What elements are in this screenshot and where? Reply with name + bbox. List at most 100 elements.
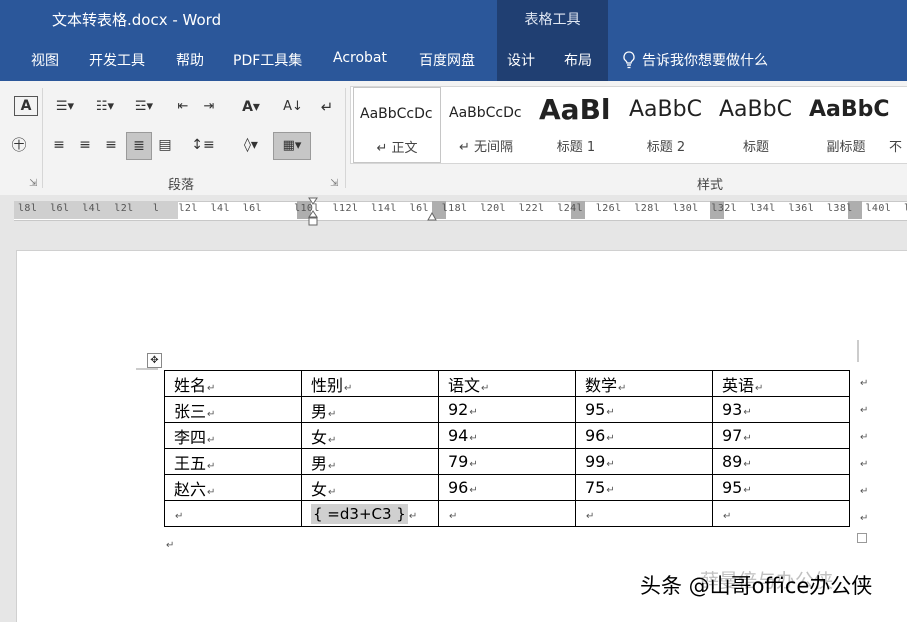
table-cell[interactable]: 张三↵ xyxy=(164,396,302,423)
row-end-mark: ↵ xyxy=(860,513,869,524)
table-cell[interactable]: 女↵ xyxy=(301,474,439,501)
row-end-mark: ↵ xyxy=(860,486,869,497)
table-cell[interactable]: 93↵ xyxy=(712,396,850,423)
chinese-layout-icon[interactable]: A▾ xyxy=(236,96,266,118)
cell-text: 赵六 xyxy=(174,479,207,499)
table-cell[interactable]: 95↵ xyxy=(712,474,850,501)
decrease-indent-icon[interactable]: ⇤ xyxy=(172,96,194,118)
character-border-icon[interactable]: A xyxy=(14,96,38,116)
tab-design[interactable]: 设计 xyxy=(507,50,535,70)
line-spacing-icon[interactable]: ↕≡ xyxy=(188,134,218,156)
table-row: 张三↵ 男↵ 92↵ 95↵ 93↵ xyxy=(164,396,850,423)
cell-end-mark: ↵ xyxy=(481,382,490,394)
asian-layout-icon[interactable]: ㊉ xyxy=(8,134,30,156)
cell-text: 李四 xyxy=(174,427,207,447)
cell-end-mark: ↵ xyxy=(328,434,337,446)
table-cell[interactable]: 99↵ xyxy=(575,448,713,475)
increase-indent-icon[interactable]: ⇥ xyxy=(198,96,220,118)
styles-group-label: 样式 xyxy=(697,178,724,193)
borders-icon[interactable]: ▦▾ xyxy=(273,132,311,160)
cell-end-mark: ↵ xyxy=(408,511,418,522)
table-cell[interactable]: 95↵ xyxy=(575,396,713,423)
style-heading-2[interactable]: AaBbC 标题 2 xyxy=(623,87,709,161)
table-cell[interactable]: 姓名↵ xyxy=(164,370,302,397)
table-resize-handle[interactable] xyxy=(857,533,867,543)
align-center-icon[interactable]: ≡ xyxy=(74,134,96,156)
table-cell[interactable]: 数学↵ xyxy=(575,370,713,397)
table-cell[interactable]: 75↵ xyxy=(575,474,713,501)
table-cell[interactable]: 赵六↵ xyxy=(164,474,302,501)
style-name: 标题 2 xyxy=(646,140,686,155)
style-title[interactable]: AaBbC 标题 xyxy=(713,87,799,161)
ruler-labels: l8l l6l l4l l2l l l2l l4l l6l l10l l12l … xyxy=(18,203,907,214)
tab-pdf-tools[interactable]: PDF工具集 xyxy=(233,50,302,70)
tab-view[interactable]: 视图 xyxy=(31,50,59,70)
tell-me-box[interactable]: 告诉我你想要做什么 xyxy=(622,50,768,70)
indent-marker-icon[interactable] xyxy=(308,197,318,227)
table-cell[interactable]: 79↵ xyxy=(438,448,576,475)
table-cell[interactable]: ↵ xyxy=(712,500,850,527)
cell-end-mark: ↵ xyxy=(344,382,353,394)
table-cell[interactable]: ↵ xyxy=(438,500,576,527)
shading-icon[interactable]: ◊▾ xyxy=(234,134,268,156)
table-cell[interactable]: 性别↵ xyxy=(301,370,439,397)
paragraph-dialog-launcher-icon[interactable]: ⇲ xyxy=(330,178,338,189)
multilevel-list-icon[interactable]: ☲▾ xyxy=(127,96,161,118)
tell-me-text: 告诉我你想要做什么 xyxy=(642,53,768,69)
style-more[interactable]: 不 xyxy=(889,87,907,161)
table-cell[interactable]: 96↵ xyxy=(575,422,713,449)
justify-icon[interactable]: ≣ xyxy=(126,132,152,160)
table-cell[interactable]: 96↵ xyxy=(438,474,576,501)
align-right-icon[interactable]: ≡ xyxy=(100,134,122,156)
table-move-handle-icon[interactable]: ✥ xyxy=(147,353,162,368)
tab-baidu-netdisk[interactable]: 百度网盘 xyxy=(419,50,475,70)
tab-help[interactable]: 帮助 xyxy=(176,50,204,70)
numbering-icon[interactable]: ☷▾ xyxy=(88,96,122,118)
align-left-icon[interactable]: ≡ xyxy=(48,134,70,156)
paragraph-group-label: 段落 xyxy=(168,178,195,193)
table-cell[interactable]: 男↵ xyxy=(301,448,439,475)
style-no-spacing[interactable]: AaBbCcDc ↵ 无间隔 xyxy=(443,87,529,161)
style-sample: AaBbCcDc xyxy=(449,105,522,121)
tab-layout[interactable]: 布局 xyxy=(564,50,592,70)
cell-end-mark: ↵ xyxy=(469,459,478,470)
cell-end-mark: ↵ xyxy=(207,434,216,446)
cell-end-mark: ↵ xyxy=(469,407,478,418)
style-subtitle[interactable]: AaBbC 副标题 xyxy=(803,87,889,161)
right-indent-marker-icon[interactable] xyxy=(427,212,437,222)
table-cell[interactable]: 89↵ xyxy=(712,448,850,475)
table-cell[interactable]: ↵ xyxy=(164,500,302,527)
cell-end-mark: ↵ xyxy=(449,511,458,522)
table-cell[interactable]: 94↵ xyxy=(438,422,576,449)
table-cell[interactable]: ↵ xyxy=(575,500,713,527)
show-marks-icon[interactable]: ↵ xyxy=(316,96,338,118)
table-cell[interactable]: 李四↵ xyxy=(164,422,302,449)
table-tools-title: 表格工具 xyxy=(524,12,581,28)
bullets-icon[interactable]: ☰▾ xyxy=(48,96,82,118)
font-dialog-launcher-icon[interactable]: ⇲ xyxy=(29,178,37,189)
cell-end-mark: ↵ xyxy=(606,459,615,470)
table-cell[interactable]: 王五↵ xyxy=(164,448,302,475)
sort-icon[interactable]: A↓ xyxy=(282,96,304,118)
distributed-icon[interactable]: ▤ xyxy=(154,134,176,156)
cell-text: 姓名 xyxy=(174,375,207,395)
cell-text: 英语 xyxy=(722,375,755,395)
table-cell[interactable]: 男↵ xyxy=(301,396,439,423)
table-cell[interactable]: 女↵ xyxy=(301,422,439,449)
style-heading-1[interactable]: AaBl 标题 1 xyxy=(533,87,619,161)
cell-text: 男 xyxy=(311,453,328,473)
tab-acrobat[interactable]: Acrobat xyxy=(333,50,387,66)
tab-developer[interactable]: 开发工具 xyxy=(89,50,145,70)
table-cell[interactable]: 97↵ xyxy=(712,422,850,449)
table-cell[interactable]: 英语↵ xyxy=(712,370,850,397)
cell-end-mark: ↵ xyxy=(618,382,627,394)
table-cell[interactable]: 语文↵ xyxy=(438,370,576,397)
score-table[interactable]: 姓名↵ 性别↵ 语文↵ 数学↵ 英语↵ 张三↵ 男↵ 92↵ 95↵ 93↵ 李… xyxy=(164,370,850,527)
watermark-text: 头条 @山哥office办公侠 xyxy=(640,574,873,598)
table-cell[interactable]: 92↵ xyxy=(438,396,576,423)
formula-field-code[interactable]: { =d3+C3 } xyxy=(311,504,408,524)
lightbulb-icon xyxy=(623,51,635,69)
style-normal[interactable]: AaBbCcDc ↵ 正文 xyxy=(353,87,441,163)
formula-cell[interactable]: { =d3+C3 } ↵ xyxy=(301,500,439,527)
cell-text: 女 xyxy=(311,479,328,499)
